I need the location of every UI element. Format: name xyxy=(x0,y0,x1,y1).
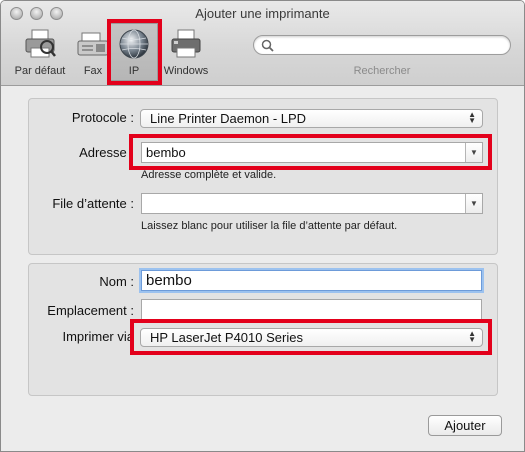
window-title: Ajouter une imprimante xyxy=(195,6,330,21)
add-button[interactable]: Ajouter xyxy=(428,415,502,436)
protocol-popup[interactable]: Line Printer Daemon - LPD ▲ ▼ xyxy=(140,109,483,128)
popup-arrows-icon: ▲ ▼ xyxy=(468,110,476,125)
address-label: Adresse : xyxy=(79,145,134,160)
highlight-ip-tool xyxy=(107,19,162,85)
queue-combobox[interactable]: ▼ xyxy=(141,193,483,214)
printer-default-icon xyxy=(23,27,57,61)
add-printer-window: Ajouter une imprimante Par défaut Fax IP… xyxy=(0,0,525,452)
queue-label: File d’attente : xyxy=(52,196,134,211)
toolbar-fax-button[interactable]: Fax xyxy=(76,27,110,77)
protocol-label: Protocole : xyxy=(71,110,134,125)
search-icon xyxy=(261,39,274,52)
fax-icon xyxy=(76,27,110,61)
driver-label: Imprimer via xyxy=(62,329,134,344)
toolbar-fax-label: Fax xyxy=(83,65,103,77)
chevron-down-icon[interactable]: ▼ xyxy=(465,194,482,213)
name-field[interactable]: bembo xyxy=(141,270,482,291)
toolbar-default-label: Par défaut xyxy=(14,65,66,77)
highlight-address-field xyxy=(129,134,492,170)
search-label: Rechercher xyxy=(353,65,411,77)
highlight-driver-popup xyxy=(130,319,492,355)
windows-printer-icon xyxy=(169,27,203,61)
titlebar-toolbar: Ajouter une imprimante Par défaut Fax IP… xyxy=(1,1,524,86)
toolbar-windows-button[interactable]: Windows xyxy=(161,27,211,77)
address-hint: Adresse complète et valide. xyxy=(141,169,277,181)
search-field[interactable] xyxy=(253,35,511,55)
location-field[interactable] xyxy=(141,299,482,320)
queue-hint: Laissez blanc pour utiliser la file d’at… xyxy=(141,220,398,232)
toolbar-default-button[interactable]: Par défaut xyxy=(7,27,73,77)
name-value: bembo xyxy=(146,272,192,289)
location-label: Emplacement : xyxy=(47,303,134,318)
protocol-value: Line Printer Daemon - LPD xyxy=(150,111,307,126)
toolbar-windows-label: Windows xyxy=(163,65,209,77)
name-label: Nom : xyxy=(99,274,134,289)
